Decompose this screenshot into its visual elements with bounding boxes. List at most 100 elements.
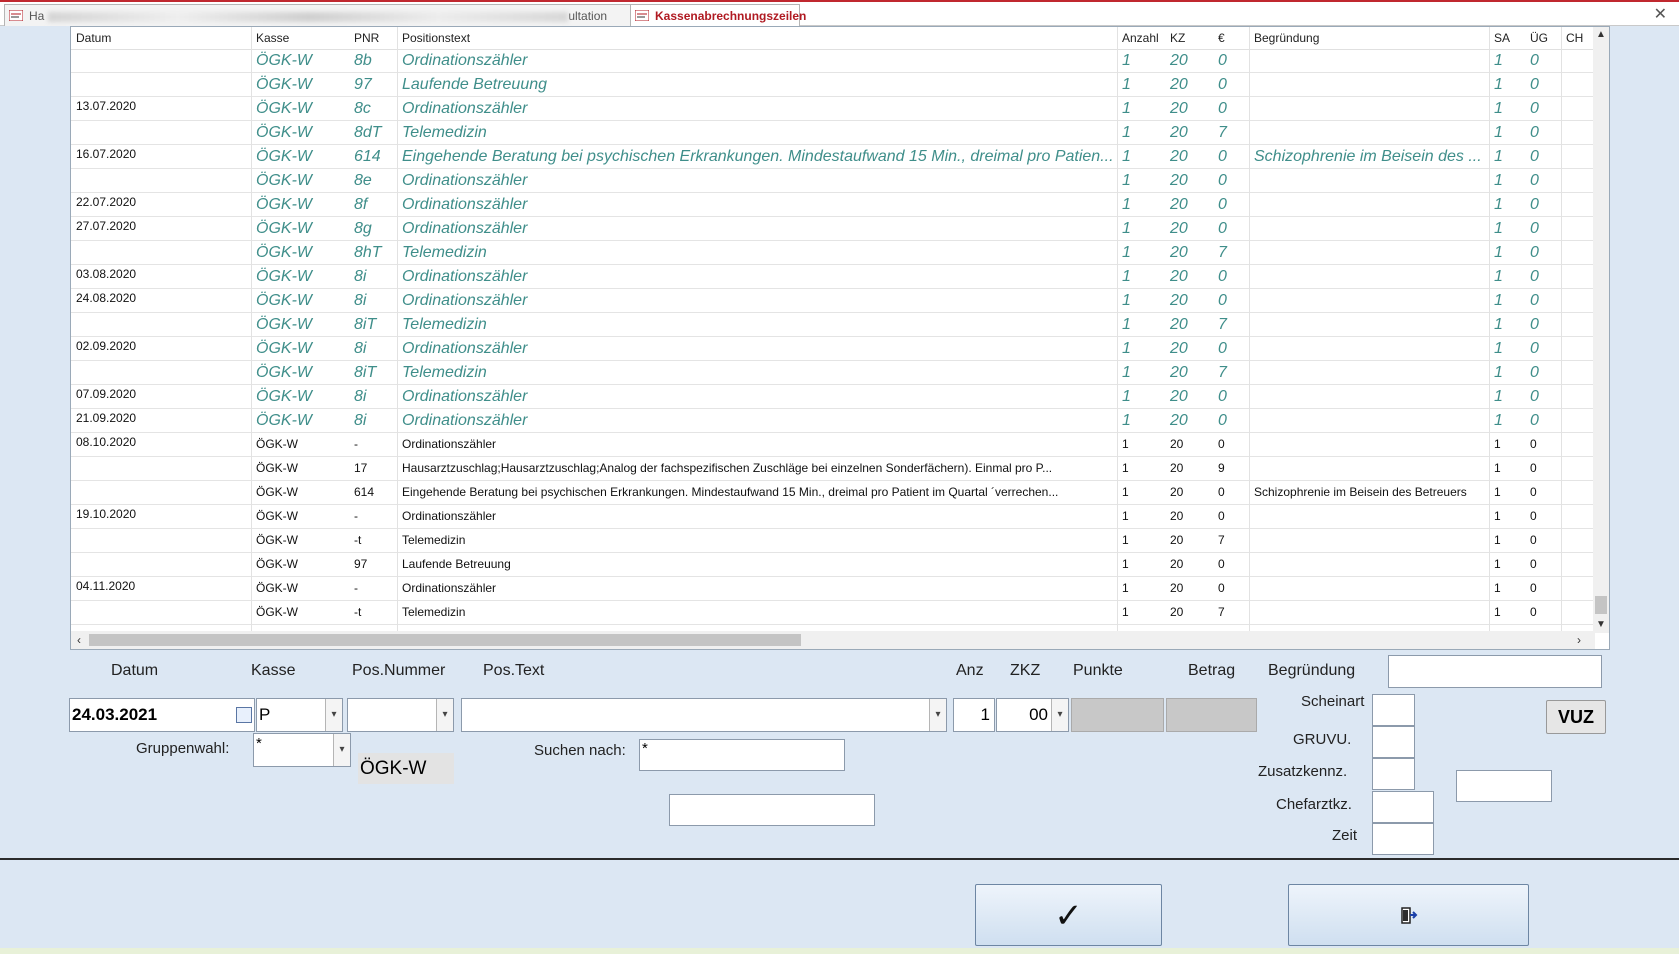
gruvu-input[interactable] xyxy=(1372,726,1415,758)
table-row[interactable]: 19.10.2020 ÖGK-W - Ordinationszähler 1 20 0 1 0 xyxy=(71,505,1595,529)
cell-datum: 13.07.2020 xyxy=(76,99,137,113)
table-row[interactable]: 02.09.2020 ÖGK-W 8i Ordinationszähler 1 20 0 1 0 xyxy=(71,337,1595,361)
zusatzkennz-input[interactable] xyxy=(1372,758,1415,790)
kasse-select[interactable]: P ▾ xyxy=(256,698,343,732)
suchen-nach-input[interactable]: * xyxy=(639,739,845,771)
table-row[interactable]: 08.10.2020 ÖGK-W - Ordinationszähler 1 20 0 1 0 xyxy=(71,433,1595,457)
tab-consultation[interactable]: Ha ultation xyxy=(4,4,640,26)
anz-input[interactable]: 1 xyxy=(953,698,995,732)
exit-button[interactable] xyxy=(1288,884,1529,946)
col-kz[interactable]: KZ xyxy=(1165,27,1213,49)
cell-ug: 0 xyxy=(1530,412,1539,429)
table-row[interactable]: 07.09.2020 ÖGK-W 8i Ordinationszähler 1 20 0 1 0 xyxy=(71,385,1595,409)
table-row[interactable]: 04.11.2020 ÖGK-W - Ordinationszähler 1 20 0 1 0 xyxy=(71,577,1595,601)
cell-euro: 0 xyxy=(1218,172,1227,189)
scroll-down-icon[interactable]: ▼ xyxy=(1593,617,1609,633)
cell-datum xyxy=(71,169,251,192)
table-row[interactable]: 13.07.2020 ÖGK-W 8c Ordinationszähler 1 20 0 1 0 xyxy=(71,97,1595,121)
zkz-select[interactable]: 00 ▾ xyxy=(996,698,1069,732)
table-row[interactable]: ÖGK-W 97 Laufende Betreuung 1 20 0 1 0 xyxy=(71,73,1595,97)
col-pnr[interactable]: PNR xyxy=(349,27,397,49)
table-row[interactable]: ÖGK-W 8e Ordinationszähler 1 20 0 1 0 xyxy=(71,169,1595,193)
table-row[interactable]: ÖGK-W 8dT Telemedizin 1 20 7 1 0 xyxy=(71,121,1595,145)
cell-ug: 0 xyxy=(1530,124,1539,141)
cell-datum xyxy=(71,361,251,384)
zeit-input[interactable] xyxy=(1372,823,1434,855)
scroll-left-icon[interactable]: ‹ xyxy=(71,631,87,649)
datum-input[interactable]: 24.03.2021 xyxy=(69,698,255,732)
pos-text-select[interactable]: ▾ xyxy=(461,698,947,732)
cell-datum xyxy=(71,529,251,552)
pos-nummer-select[interactable]: ▾ xyxy=(347,698,454,732)
confirm-button[interactable]: ✓ xyxy=(975,884,1162,946)
table-row[interactable]: ÖGK-W -t Telemedizin 1 20 7 1 0 xyxy=(71,529,1595,553)
begruendung-input[interactable] xyxy=(1388,655,1602,688)
zkz-value: 00 xyxy=(1029,705,1048,724)
cell-kasse: ÖGK-W xyxy=(256,124,312,141)
cell-pnr: 8iT xyxy=(354,364,377,381)
cell-sa: 1 xyxy=(1494,316,1503,333)
cell-sa: 1 xyxy=(1494,268,1503,285)
table-row[interactable]: 22.07.2020 ÖGK-W 8f Ordinationszähler 1 20 0 1 0 xyxy=(71,193,1595,217)
label-scheinart: Scheinart xyxy=(1301,693,1365,710)
gruppenwahl-select[interactable]: * ▾ xyxy=(253,733,351,767)
cell-anzahl: 1 xyxy=(1122,340,1131,357)
search-extra-input[interactable] xyxy=(669,794,875,826)
cell-begruendung xyxy=(1249,217,1489,240)
table-row[interactable]: 27.07.2020 ÖGK-W 8g Ordinationszähler 1 20 0 1 0 xyxy=(71,217,1595,241)
col-kasse[interactable]: Kasse xyxy=(251,27,349,49)
calendar-icon[interactable] xyxy=(236,707,252,723)
scroll-thumb[interactable] xyxy=(89,634,801,646)
scroll-right-icon[interactable]: › xyxy=(1571,631,1587,649)
table-row[interactable]: ÖGK-W 8iT Telemedizin 1 20 7 1 0 xyxy=(71,361,1595,385)
col-anzahl[interactable]: Anzahl xyxy=(1117,27,1165,49)
cell-kz: 20 xyxy=(1170,124,1188,141)
cell-anzahl: 1 xyxy=(1122,364,1131,381)
col-ch[interactable]: CH xyxy=(1561,27,1595,49)
vertical-scrollbar[interactable]: ▲ ▼ xyxy=(1593,27,1609,633)
cell-begruendung xyxy=(1249,193,1489,216)
chevron-down-icon[interactable]: ▾ xyxy=(325,699,342,731)
chevron-down-icon[interactable]: ▾ xyxy=(1051,699,1068,731)
cell-pnr: 8f xyxy=(354,196,368,213)
table-row[interactable]: ÖGK-W -t Telemedizin 1 20 7 1 0 xyxy=(71,601,1595,625)
table-row[interactable]: ÖGK-W 8hT Telemedizin 1 20 7 1 0 xyxy=(71,241,1595,265)
table-row[interactable]: ÖGK-W 97 Laufende Betreuung 1 20 0 1 0 xyxy=(71,553,1595,577)
chefarztkz-input[interactable] xyxy=(1372,791,1434,823)
chevron-down-icon[interactable]: ▾ xyxy=(333,734,350,766)
cell-datum: 24.08.2020 xyxy=(76,291,137,305)
col-begruendung[interactable]: Begründung xyxy=(1249,27,1489,49)
table-row[interactable]: ÖGK-W 8iT Telemedizin 1 20 7 1 0 xyxy=(71,313,1595,337)
col-euro[interactable]: € xyxy=(1213,27,1249,49)
col-ug[interactable]: ÜG xyxy=(1525,27,1561,49)
close-icon[interactable]: ✕ xyxy=(1654,4,1667,24)
label-betrag: Betrag xyxy=(1188,662,1236,679)
col-sa[interactable]: SA xyxy=(1489,27,1525,49)
extra-input[interactable] xyxy=(1456,770,1552,802)
horizontal-scrollbar[interactable]: ‹ › xyxy=(71,631,1595,649)
cell-kasse: ÖGK-W xyxy=(256,76,312,93)
table-row[interactable]: ÖGK-W 8b Ordinationszähler 1 20 0 1 0 xyxy=(71,49,1595,73)
scroll-thumb[interactable] xyxy=(1595,596,1607,614)
tab-kassenabrechnungszeilen[interactable]: Kassenabrechnungszeilen xyxy=(630,4,806,26)
chevron-down-icon[interactable]: ▾ xyxy=(436,699,453,731)
cell-kz: 20 xyxy=(1170,148,1188,165)
table-row[interactable]: 03.08.2020 ÖGK-W 8i Ordinationszähler 1 20 0 1 0 xyxy=(71,265,1595,289)
cell-kz: 20 xyxy=(1170,52,1188,69)
chevron-down-icon[interactable]: ▾ xyxy=(929,699,946,731)
table-row[interactable]: ÖGK-W 614 Eingehende Beratung bei psychisc… xyxy=(71,481,1595,505)
table-row[interactable]: 21.09.2020 ÖGK-W 8i Ordinationszähler 1 20 0 1 0 xyxy=(71,409,1595,433)
col-positionstext[interactable]: Positionstext xyxy=(397,27,1117,49)
scheinart-input[interactable] xyxy=(1372,694,1415,726)
cell-ug: 0 xyxy=(1530,388,1539,405)
cell-begruendung xyxy=(1249,97,1489,120)
cell-pnr: 614 xyxy=(354,148,381,165)
col-datum[interactable]: Datum xyxy=(71,27,251,49)
cell-ug: 0 xyxy=(1530,340,1539,357)
scroll-up-icon[interactable]: ▲ xyxy=(1593,27,1609,43)
table-row[interactable]: 24.08.2020 ÖGK-W 8i Ordinationszähler 1 20 0 1 0 xyxy=(71,289,1595,313)
table-row[interactable]: 16.07.2020 ÖGK-W 614 Eingehende Beratung be… xyxy=(71,145,1595,169)
vuz-button[interactable]: VUZ xyxy=(1546,700,1606,734)
cell-kasse: ÖGK-W xyxy=(256,316,312,333)
table-row[interactable]: ÖGK-W 17 Hausarztzuschlag;Hausarztzuschlag… xyxy=(71,457,1595,481)
